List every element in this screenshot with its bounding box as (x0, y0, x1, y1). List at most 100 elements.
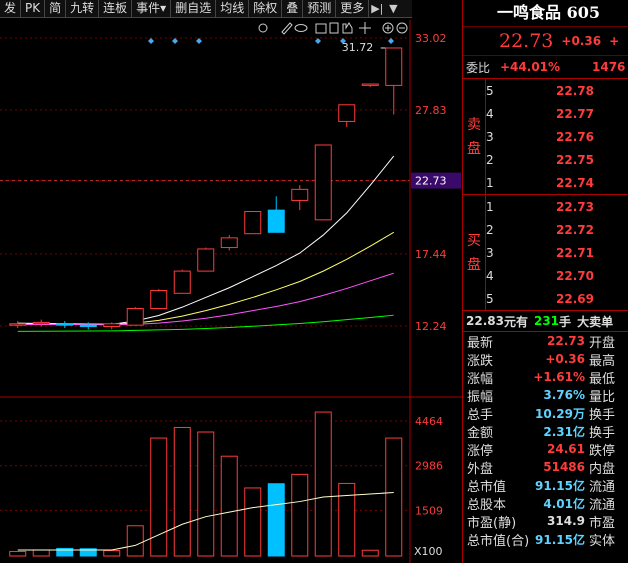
book-row: 3 22.71 (486, 241, 628, 264)
candle-body[interactable] (291, 188, 309, 201)
candle-body[interactable] (150, 290, 168, 310)
stat-label-2: 市盈 (589, 515, 616, 531)
candle-body[interactable] (56, 323, 74, 326)
book-level: 2 (486, 152, 494, 167)
sell-book: 卖 盘 5 22.78 4 22.77 3 22.76 2 22.75 1 22.74 (463, 79, 628, 195)
stat-value: 51486 (543, 460, 585, 474)
hand-icon[interactable] (342, 22, 353, 34)
event-marker-icon[interactable] (315, 38, 321, 44)
candle-body[interactable] (197, 248, 215, 272)
stats-list: 最新 22.73 开盘 涨跌 +0.36 最高 涨幅 +1.61% 最低 振幅 3.76% 量比 总手 1… (463, 332, 628, 549)
candle-body[interactable] (338, 104, 356, 122)
book-row: 1 22.74 (486, 171, 628, 194)
eye-icon[interactable] (294, 24, 308, 32)
stat-row: 市盈(静) 314.9 市盈 (463, 512, 628, 531)
volume-bar[interactable] (173, 426, 191, 557)
toolbar-item-fa[interactable]: 发 (0, 0, 22, 17)
book-price: 22.70 (556, 268, 594, 283)
book-row: 4 22.70 (486, 264, 628, 287)
volume-bar[interactable] (9, 550, 27, 557)
event-marker-icon[interactable] (196, 38, 202, 44)
candle-body[interactable] (103, 323, 121, 328)
event-marker-icon[interactable] (148, 38, 154, 44)
volume-tick-label: 4464 (415, 415, 443, 428)
stat-value: 314.9 (547, 514, 585, 528)
collapse-panel-icon[interactable]: ▶| (369, 0, 385, 17)
stat-row: 涨跌 +0.36 最高 (463, 350, 628, 369)
volume-bar[interactable] (267, 483, 285, 557)
book-row: 2 22.72 (486, 218, 628, 241)
event-marker-icon[interactable] (388, 38, 394, 44)
kline-chart[interactable]: 31.72 33.02 27.83 22.73 17.44 12.24 4464 2986 1… (0, 20, 462, 563)
pen-icon[interactable] (281, 22, 293, 35)
stat-label-2: 实体 (589, 533, 616, 549)
toolbar-item-jiuzhuan[interactable]: 九转 (66, 0, 100, 17)
weicha-value: 1476 (592, 60, 626, 74)
book-price: 22.73 (556, 199, 594, 214)
price-tick-label: 22.73 (415, 175, 447, 188)
stat-row: 振幅 3.76% 量比 (463, 386, 628, 405)
candle-body[interactable] (267, 209, 285, 233)
candle-body[interactable] (361, 83, 379, 86)
candle-body[interactable] (126, 308, 144, 326)
volume-bar[interactable] (103, 550, 121, 557)
volume-bar[interactable] (244, 487, 262, 557)
toolbar-item-overlay[interactable]: 叠 (282, 0, 304, 17)
toolbar-item-lianban[interactable]: 连板 (99, 0, 133, 17)
book-row: 4 22.77 (486, 102, 628, 125)
book-price: 22.74 (556, 175, 594, 190)
stat-value: 2.31亿 (543, 424, 585, 439)
volume-bar[interactable] (338, 482, 356, 557)
volume-bar[interactable] (314, 411, 332, 557)
book-level: 3 (486, 245, 494, 260)
toolbar-item-exright[interactable]: 除权 (249, 0, 283, 17)
weibi-label: 委比 (466, 60, 491, 75)
toolbar-item-forecast[interactable]: 预测 (303, 0, 337, 17)
event-marker-icon[interactable] (172, 38, 178, 44)
stat-row: 总市值 91.15亿 流通 (463, 476, 628, 495)
volume-bar[interactable] (385, 437, 403, 557)
sell-label-1: 卖 (467, 116, 481, 133)
candle-body[interactable] (32, 321, 50, 325)
last-price: 22.73 (499, 30, 554, 52)
toolbar-item-pk[interactable]: PK (21, 0, 46, 17)
buy-book: 买 盘 1 22.73 2 22.72 3 22.71 4 22.70 5 22.69 (463, 195, 628, 311)
candle-body[interactable] (220, 237, 238, 249)
toolbar-item-jian[interactable]: 简 (45, 0, 67, 17)
settings-icon[interactable] (258, 23, 268, 33)
volume-bar[interactable] (32, 549, 50, 557)
volume-bar[interactable] (197, 431, 215, 557)
quote-panel: 一鸣食品 605 22.73 +0.36 + 委比 +44.01% 1476 卖… (462, 0, 628, 563)
price-axis: 33.02 27.83 22.73 17.44 12.24 4464 2986 1509 X10… (411, 32, 461, 558)
candle-body[interactable] (385, 47, 403, 86)
trash-icon[interactable] (329, 22, 339, 34)
candle-body[interactable] (9, 323, 27, 326)
volume-tick-label: 1509 (415, 504, 443, 517)
volume-bar[interactable] (126, 525, 144, 557)
volume-bar[interactable] (291, 473, 309, 557)
candle-body[interactable] (244, 211, 262, 235)
stat-label: 涨跌 (467, 353, 494, 369)
volume-tick-label: 2986 (415, 460, 443, 473)
kline-svg: 31.72 33.02 27.83 22.73 17.44 12.24 4464 2986 1… (0, 20, 462, 563)
candle-body[interactable] (79, 324, 97, 328)
buy-side-label: 买 盘 (463, 195, 486, 310)
candle-body[interactable] (173, 270, 191, 294)
toolbar-item-more[interactable]: 更多 (336, 0, 370, 17)
volume-bar[interactable] (150, 437, 168, 557)
stat-label: 涨停 (467, 443, 494, 459)
high-price-marker: 31.72 (342, 41, 374, 54)
candle-body[interactable] (314, 144, 332, 221)
gift-icon[interactable] (315, 23, 327, 34)
volume-bar[interactable] (220, 455, 238, 557)
chart-toolbar: 发 PK 简 九转 连板 事件▾ 删自选 均线 除权 叠 预测 更多 ▶| ▼ (0, 0, 412, 18)
dropdown-icon[interactable]: ▼ (385, 0, 401, 17)
volume-bar[interactable] (361, 549, 379, 557)
toolbar-item-events[interactable]: 事件▾ (132, 0, 172, 17)
crosshair-icon[interactable] (359, 22, 371, 34)
big-order-qty-unit: 手 (559, 314, 572, 329)
zoom-in-plus (385, 25, 391, 31)
toolbar-item-ma[interactable]: 均线 (216, 0, 250, 17)
stat-label-2: 换手 (589, 425, 616, 441)
toolbar-item-remove-watchlist[interactable]: 删自选 (171, 0, 217, 17)
